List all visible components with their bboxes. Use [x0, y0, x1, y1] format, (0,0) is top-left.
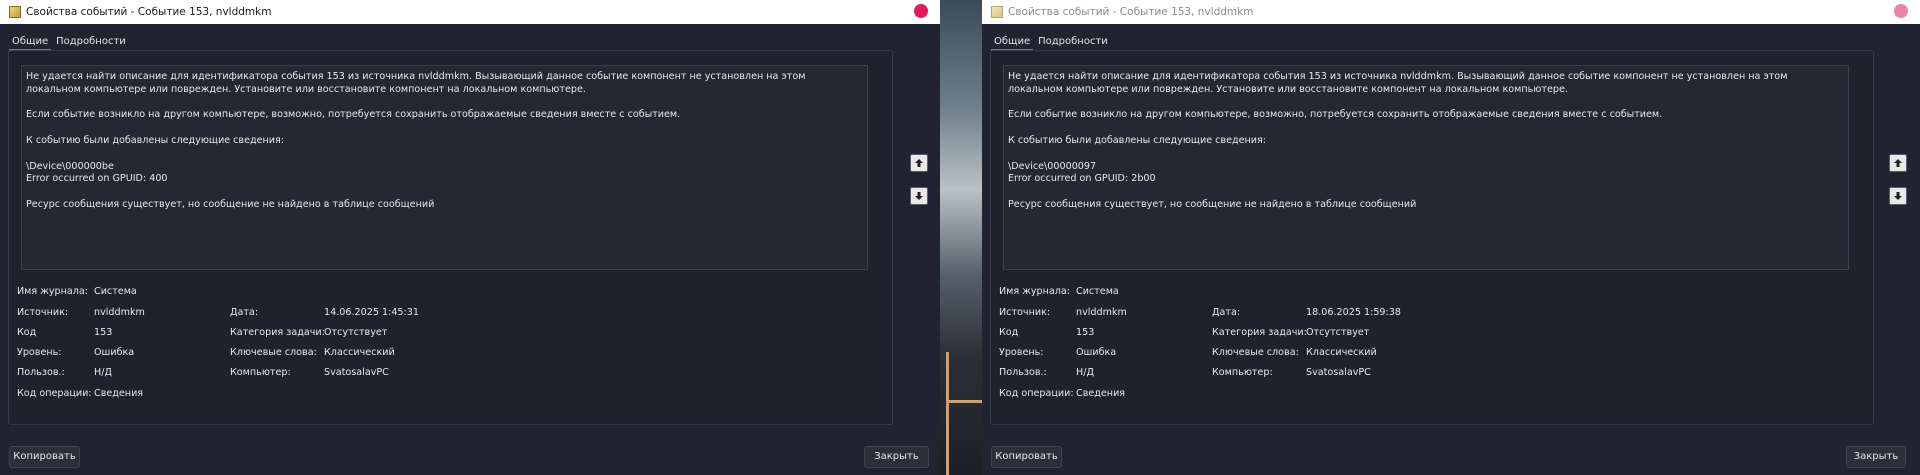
user-value: Н/Д: [1076, 367, 1094, 378]
user-label: Пользов.:: [999, 367, 1047, 378]
tab-general[interactable]: Общие: [9, 35, 52, 51]
log-name-label: Имя журнала:: [17, 286, 89, 297]
keywords-label: Ключевые слова:: [230, 347, 317, 358]
event-viewer-icon: [991, 6, 1003, 18]
tab-bar: Общие Подробности: [9, 35, 131, 51]
close-window-icon[interactable]: [914, 4, 928, 18]
next-event-button[interactable]: [1889, 187, 1907, 205]
keywords-value: Классический: [1306, 347, 1377, 358]
log-name-value: Система: [94, 286, 137, 297]
source-label: Источник:: [999, 307, 1051, 318]
close-window-icon[interactable]: [1894, 4, 1908, 18]
opcode-label: Код операции:: [17, 388, 92, 399]
title-bar[interactable]: Свойства событий - Событие 153, nvlddmkm: [982, 0, 1920, 24]
log-name-label: Имя журнала:: [999, 286, 1071, 297]
computer-label: Компьютер:: [230, 367, 291, 378]
tab-general[interactable]: Общие: [991, 35, 1034, 51]
user-value: Н/Д: [94, 367, 112, 378]
title-bar[interactable]: Свойства событий - Событие 153, nvlddmkm: [0, 0, 940, 24]
wallpaper-fence-post: [946, 352, 949, 475]
task-category-value: Отсутствует: [324, 327, 388, 338]
task-category-value: Отсутствует: [1306, 327, 1370, 338]
arrow-down-icon: [1894, 192, 1902, 200]
description-paragraph: Не удается найти описание для идентифика…: [1008, 71, 1791, 95]
opcode-label: Код операции:: [999, 388, 1074, 399]
code-label: Код: [999, 327, 1019, 338]
level-value: Ошибка: [94, 347, 135, 358]
level-value: Ошибка: [1076, 347, 1117, 358]
wallpaper-fence-rail: [946, 400, 982, 403]
description-paragraph: Ресурс сообщения существует, но сообщени…: [1008, 198, 1417, 210]
date-label: Дата:: [230, 307, 259, 318]
description-paragraph: Не удается найти описание для идентифика…: [26, 71, 809, 95]
opcode-value: Сведения: [94, 388, 144, 399]
description-paragraph: Ресурс сообщения существует, но сообщени…: [26, 198, 435, 210]
date-label: Дата:: [1212, 307, 1241, 318]
level-label: Уровень:: [999, 347, 1044, 358]
next-event-button[interactable]: [910, 187, 928, 205]
tab-details[interactable]: Подробности: [1035, 35, 1111, 49]
description-paragraph: К событию были добавлены следующие сведе…: [1008, 134, 1267, 146]
keywords-label: Ключевые слова:: [1212, 347, 1299, 358]
task-category-label: Категория задачи:: [1212, 327, 1307, 338]
date-value: 18.06.2025 1:59:38: [1306, 307, 1401, 318]
code-value: 153: [94, 327, 113, 338]
tab-bar: Общие Подробности: [991, 35, 1113, 51]
source-value: nvlddmkm: [94, 307, 145, 318]
event-viewer-icon: [9, 6, 21, 18]
keywords-value: Классический: [324, 347, 395, 358]
level-label: Уровень:: [17, 347, 62, 358]
general-panel: Не удается найти описание для идентифика…: [990, 50, 1874, 425]
window-title: Свойства событий - Событие 153, nvlddmkm: [1008, 6, 1254, 18]
tab-details[interactable]: Подробности: [53, 35, 129, 49]
event-description[interactable]: Не удается найти описание для идентифика…: [1003, 65, 1849, 270]
code-label: Код: [17, 327, 37, 338]
desktop-wallpaper-strip: [940, 0, 982, 475]
window-title: Свойства событий - Событие 153, nvlddmkm: [26, 6, 272, 18]
log-name-value: Система: [1076, 286, 1119, 297]
description-gpu-line: Error occurred on GPUID: 2b00: [1008, 173, 1156, 185]
task-category-label: Категория задачи:: [230, 327, 325, 338]
arrow-up-icon: [1894, 159, 1902, 167]
previous-event-button[interactable]: [1889, 154, 1907, 172]
date-value: 14.06.2025 1:45:31: [324, 307, 419, 318]
arrow-down-icon: [915, 192, 923, 200]
arrow-up-icon: [915, 159, 923, 167]
computer-value: SvatosalavPC: [324, 367, 389, 378]
event-properties-window-1: Свойства событий - Событие 153, nvlddmkm…: [0, 0, 940, 475]
computer-label: Компьютер:: [1212, 367, 1273, 378]
source-label: Источник:: [17, 307, 69, 318]
copy-button[interactable]: Копировать: [991, 446, 1062, 468]
description-gpu-line: Error occurred on GPUID: 400: [26, 173, 168, 185]
copy-button[interactable]: Копировать: [9, 446, 80, 468]
event-description[interactable]: Не удается найти описание для идентифика…: [21, 65, 868, 270]
description-paragraph: Если событие возникло на другом компьюте…: [26, 109, 681, 121]
computer-value: SvatosalavPC: [1306, 367, 1371, 378]
description-device-line: \Device\00000097: [1008, 160, 1097, 172]
previous-event-button[interactable]: [910, 154, 928, 172]
description-paragraph: Если событие возникло на другом компьюте…: [1008, 109, 1663, 121]
code-value: 153: [1076, 327, 1095, 338]
user-label: Пользов.:: [17, 367, 65, 378]
description-device-line: \Device\000000be: [26, 160, 114, 172]
general-panel: Не удается найти описание для идентифика…: [8, 50, 893, 425]
event-properties-window-2: Свойства событий - Событие 153, nvlddmkm…: [982, 0, 1920, 475]
close-button[interactable]: Закрыть: [864, 446, 929, 468]
description-paragraph: К событию были добавлены следующие сведе…: [26, 134, 285, 146]
source-value: nvlddmkm: [1076, 307, 1127, 318]
close-button[interactable]: Закрыть: [1846, 446, 1906, 468]
opcode-value: Сведения: [1076, 388, 1126, 399]
